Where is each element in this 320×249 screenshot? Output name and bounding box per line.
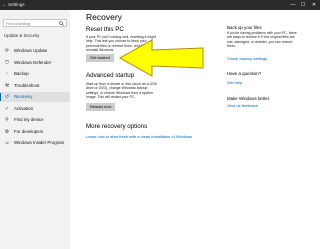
search-placeholder: Find a setting xyxy=(6,21,31,26)
page-title: Recovery xyxy=(86,12,122,22)
sidebar-item-label: Windows Defender xyxy=(14,59,52,65)
advanced-startup-heading: Advanced startup xyxy=(86,72,135,79)
sidebar-item-label: Backup xyxy=(14,71,29,76)
person-icon: ⚲ xyxy=(5,117,9,123)
developer-icon: ⚙ xyxy=(4,128,10,135)
back-icon[interactable]: ← xyxy=(2,1,7,9)
restart-now-button[interactable]: Restart now xyxy=(86,103,116,111)
title-bar: ← Settings — ☐ ✕ xyxy=(0,0,320,10)
minimize-button[interactable]: — xyxy=(288,0,298,10)
sidebar-item-for-developers[interactable]: ⚙ For developers xyxy=(0,127,70,137)
sidebar-item-label: Recovery xyxy=(14,94,33,99)
section-label: Update & Security xyxy=(4,33,40,38)
question-heading: Have a question? xyxy=(227,71,262,76)
reset-description: If your PC isn't running well, resetting… xyxy=(86,35,156,52)
check-backup-link[interactable]: Check backup settings xyxy=(227,56,267,61)
shield-icon: ⛉ xyxy=(5,59,9,66)
insider-icon: ☺ xyxy=(4,140,10,146)
search-input[interactable]: Find a setting xyxy=(3,19,67,27)
sidebar-item-windows-defender[interactable]: ⛉ Windows Defender xyxy=(0,58,70,68)
get-help-link[interactable]: Get help xyxy=(227,80,242,85)
more-recovery-heading: More recovery options xyxy=(86,123,148,130)
sidebar-item-windows-update[interactable]: ⟳ Windows Update xyxy=(0,46,70,56)
wrench-icon: ⚒ xyxy=(4,82,10,89)
feedback-link[interactable]: Give us feedback xyxy=(227,103,258,108)
close-button[interactable]: ✕ xyxy=(309,0,319,10)
get-started-button[interactable]: Get started xyxy=(86,54,114,62)
sidebar-item-activation[interactable]: ✓ Activation xyxy=(0,104,70,114)
sidebar-item-backup[interactable]: ↑ Backup xyxy=(0,69,70,79)
maximize-button[interactable]: ☐ xyxy=(298,0,308,10)
backup-description: If you're having problems with your PC, … xyxy=(227,31,297,48)
sidebar-item-label: Troubleshoot xyxy=(14,82,40,88)
reset-heading: Reset this PC xyxy=(86,26,124,33)
sidebar-item-label: Windows Insider Program xyxy=(14,140,65,145)
sidebar-item-recovery[interactable]: ↺ Recovery xyxy=(0,92,70,102)
window-title: Settings xyxy=(8,2,25,7)
sidebar-item-label: Find my device xyxy=(14,117,44,122)
sidebar-item-find-my-device[interactable]: ⚲ Find my device xyxy=(0,115,70,125)
advanced-startup-description: Start up from a device or disc (such as … xyxy=(86,82,157,99)
recovery-icon: ↺ xyxy=(4,94,10,100)
sidebar-item-troubleshoot[interactable]: ⚒ Troubleshoot xyxy=(0,81,70,91)
sidebar: Find a setting Update & Security ⟳ Window… xyxy=(0,10,70,249)
activation-icon: ✓ xyxy=(4,105,10,112)
feedback-heading: Make Windows better xyxy=(227,96,270,101)
sidebar-item-label: For developers xyxy=(14,128,44,134)
clean-install-link[interactable]: Learn how to start fresh with a clean in… xyxy=(86,134,192,139)
backup-icon: ↑ xyxy=(5,71,9,77)
sidebar-item-windows-insider-program[interactable]: ☺ Windows Insider Program xyxy=(0,138,70,148)
sync-icon: ⟳ xyxy=(4,48,10,54)
backup-heading: Back up your files xyxy=(227,25,262,30)
search-icon[interactable] xyxy=(59,21,64,26)
sidebar-item-label: Activation xyxy=(14,105,34,111)
sidebar-item-label: Windows Update xyxy=(14,48,48,53)
